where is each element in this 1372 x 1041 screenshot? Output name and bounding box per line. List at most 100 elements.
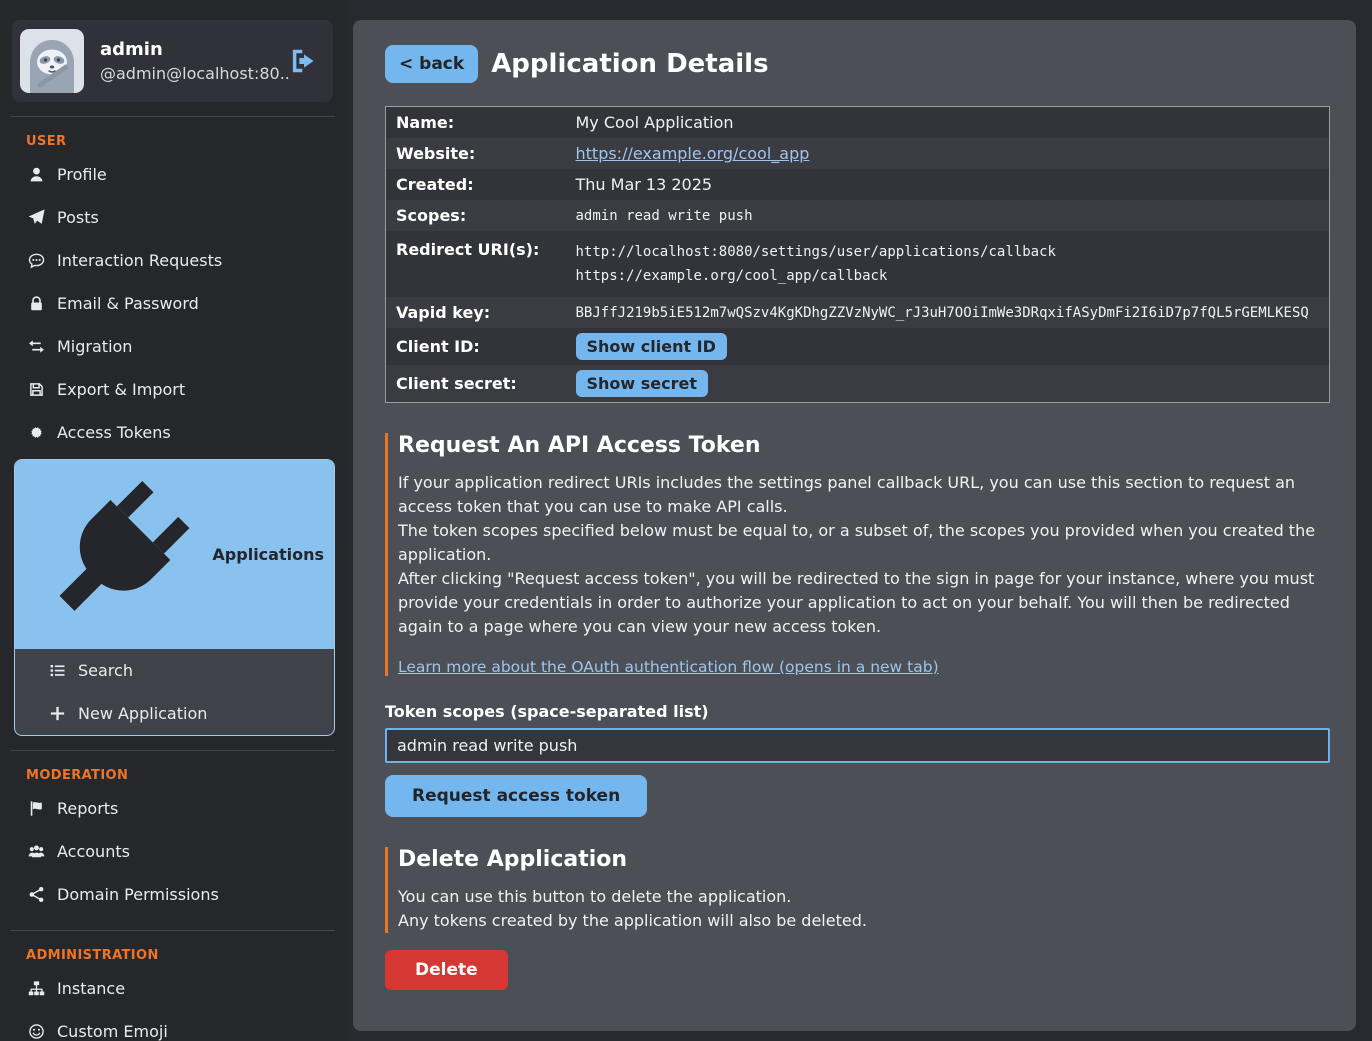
detail-row-vapid-key: Vapid key: BBJffJ219b5iE512m7wQSzv4KgKDh… <box>386 297 1330 328</box>
section-header-administration: ADMINISTRATION <box>26 948 345 963</box>
section-title: Request An API Access Token <box>398 433 1331 458</box>
sidebar-item-label: Email & Password <box>57 294 199 313</box>
detail-row-redirect-uris: Redirect URI(s): http://localhost:8080/s… <box>386 231 1330 297</box>
username: admin <box>100 39 289 60</box>
sidebar-divider <box>10 116 335 117</box>
description-paragraph: After clicking "Request access token", y… <box>398 567 1331 639</box>
detail-value: admin read write push <box>576 200 1330 231</box>
sidebar-section-user: USER Profile Posts Interaction Requests … <box>0 134 345 736</box>
detail-label: Client secret: <box>386 365 576 403</box>
token-scopes-input[interactable] <box>385 728 1330 763</box>
description-line: Any tokens created by the application wi… <box>398 909 1331 933</box>
sidebar-item-label: Domain Permissions <box>57 885 219 904</box>
detail-value: BBJffJ219b5iE512m7wQSzv4KgKDhgZZVzNyWC_r… <box>576 297 1330 328</box>
application-details-panel: < back Application Details Name: My Cool… <box>353 20 1356 1031</box>
certificate-icon <box>28 424 45 441</box>
detail-value: My Cool Application <box>576 107 1330 139</box>
user-meta: admin @admin@localhost:80... <box>84 39 289 83</box>
section-title: Delete Application <box>398 847 1331 872</box>
show-client-id-button[interactable]: Show client ID <box>576 333 727 360</box>
detail-row-created: Created: Thu Mar 13 2025 <box>386 169 1330 200</box>
sidebar-item-migration[interactable]: Migration <box>0 325 345 368</box>
request-token-section: Request An API Access Token If your appl… <box>385 433 1331 676</box>
sidebar-divider <box>10 930 335 931</box>
sidebar-item-export-import[interactable]: Export & Import <box>0 368 345 411</box>
sidebar-item-applications-new[interactable]: New Application <box>15 692 334 735</box>
token-scopes-label: Token scopes (space-separated list) <box>385 702 1331 721</box>
sidebar-item-label: Accounts <box>57 842 130 861</box>
delete-application-section: Delete Application You can use this butt… <box>385 847 1331 933</box>
user-icon <box>28 166 45 183</box>
main-area: < back Application Details Name: My Cool… <box>345 0 1372 1041</box>
page-title: Application Details <box>491 49 768 79</box>
section-description: You can use this button to delete the ap… <box>398 885 1331 933</box>
sidebar-item-label: Instance <box>57 979 125 998</box>
delete-button[interactable]: Delete <box>385 950 508 990</box>
list-icon <box>49 662 66 679</box>
sidebar-item-label: Reports <box>57 799 118 818</box>
back-button[interactable]: < back <box>385 45 478 83</box>
sidebar-item-posts[interactable]: Posts <box>0 196 345 239</box>
sidebar-item-label: Applications <box>212 545 324 564</box>
user-card: admin @admin@localhost:80... <box>12 20 333 102</box>
sidebar-item-custom-emoji[interactable]: Custom Emoji <box>0 1010 345 1041</box>
detail-value: Thu Mar 13 2025 <box>576 169 1330 200</box>
detail-row-scopes: Scopes: admin read write push <box>386 200 1330 231</box>
title-row: < back Application Details <box>385 45 1331 83</box>
flag-icon <box>28 800 45 817</box>
detail-value: https://example.org/cool_app <box>576 138 1330 169</box>
section-description: If your application redirect URIs includ… <box>398 471 1331 639</box>
detail-value: http://localhost:8080/settings/user/appl… <box>576 231 1330 297</box>
detail-label: Name: <box>386 107 576 139</box>
detail-row-name: Name: My Cool Application <box>386 107 1330 139</box>
detail-label: Vapid key: <box>386 297 576 328</box>
sidebar-item-label: Interaction Requests <box>57 251 222 270</box>
sidebar-item-profile[interactable]: Profile <box>0 153 345 196</box>
lock-icon <box>28 295 45 312</box>
sidebar-item-interaction-requests[interactable]: Interaction Requests <box>0 239 345 282</box>
request-access-token-button[interactable]: Request access token <box>385 775 647 817</box>
website-link[interactable]: https://example.org/cool_app <box>576 144 810 163</box>
paper-plane-icon <box>28 209 45 226</box>
sidebar-divider <box>10 750 335 751</box>
detail-row-client-secret: Client secret: Show secret <box>386 365 1330 403</box>
section-header-moderation: MODERATION <box>26 768 345 783</box>
share-nodes-icon <box>28 886 45 903</box>
plus-icon <box>49 705 66 722</box>
detail-label: Redirect URI(s): <box>386 231 576 297</box>
redirect-uri: https://example.org/cool_app/callback <box>576 264 1320 288</box>
sidebar-item-access-tokens[interactable]: Access Tokens <box>0 411 345 454</box>
show-secret-button[interactable]: Show secret <box>576 370 709 397</box>
sidebar-item-label: Access Tokens <box>57 423 171 442</box>
user-handle: @admin@localhost:80... <box>100 64 289 83</box>
sitemap-icon <box>28 980 45 997</box>
floppy-disk-icon <box>28 381 45 398</box>
sidebar-item-applications-search[interactable]: Search <box>15 649 334 692</box>
arrows-left-right-icon <box>28 338 45 355</box>
sidebar-item-label: New Application <box>78 704 207 723</box>
description-line: You can use this button to delete the ap… <box>398 885 1331 909</box>
oauth-docs-link[interactable]: Learn more about the OAuth authenticatio… <box>398 658 939 676</box>
sidebar-item-instance[interactable]: Instance <box>0 967 345 1010</box>
applications-block: Applications Search New Application <box>14 459 335 736</box>
sidebar-item-domain-permissions[interactable]: Domain Permissions <box>0 873 345 916</box>
sidebar-item-email-password[interactable]: Email & Password <box>0 282 345 325</box>
detail-row-website: Website: https://example.org/cool_app <box>386 138 1330 169</box>
detail-label: Scopes: <box>386 200 576 231</box>
sidebar-item-applications[interactable]: Applications <box>15 460 334 649</box>
sidebar-item-label: Migration <box>57 337 132 356</box>
detail-label: Website: <box>386 138 576 169</box>
sidebar-item-accounts[interactable]: Accounts <box>0 830 345 873</box>
detail-row-client-id: Client ID: Show client ID <box>386 328 1330 365</box>
description-paragraph: The token scopes specified below must be… <box>398 519 1331 567</box>
sidebar-item-label: Custom Emoji <box>57 1022 168 1041</box>
detail-label: Client ID: <box>386 328 576 365</box>
sign-out-icon[interactable] <box>289 47 317 75</box>
sloth-avatar-image <box>20 29 84 93</box>
sidebar-item-reports[interactable]: Reports <box>0 787 345 830</box>
plug-icon <box>31 470 200 639</box>
sidebar-item-label: Search <box>78 661 133 680</box>
avatar <box>20 29 84 93</box>
detail-label: Created: <box>386 169 576 200</box>
detail-value: Show secret <box>576 365 1330 403</box>
